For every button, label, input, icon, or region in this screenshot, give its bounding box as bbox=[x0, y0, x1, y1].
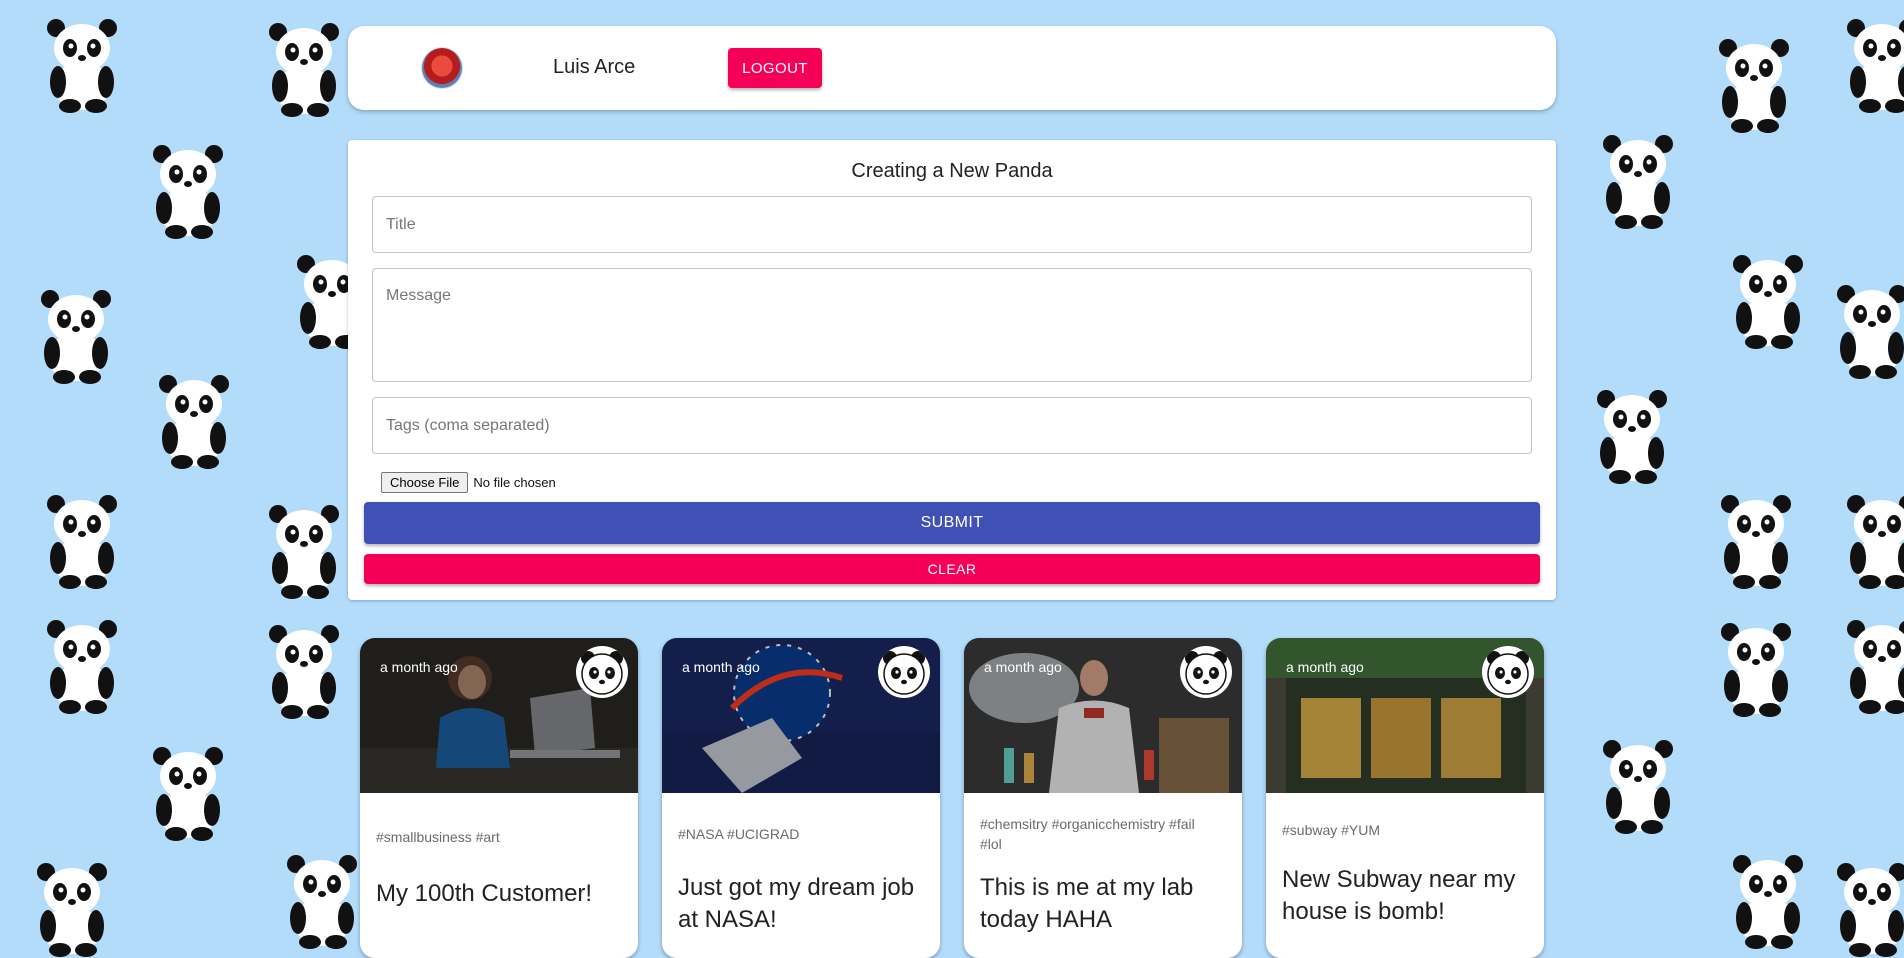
post-card[interactable]: a month ago #chemsitry #organicchemistry… bbox=[964, 638, 1242, 958]
create-panda-form: Creating a New Panda Choose File No file… bbox=[348, 140, 1556, 600]
panda-decoration-icon bbox=[1712, 34, 1796, 134]
avatar[interactable] bbox=[422, 48, 462, 88]
message-input[interactable] bbox=[372, 268, 1532, 382]
title-input[interactable] bbox=[372, 196, 1532, 253]
panda-decoration-icon bbox=[1726, 250, 1810, 350]
post-tags: #chemsitry #organicchemistry #fail #lol bbox=[980, 816, 1195, 852]
post-tags: #subway #YUM bbox=[1282, 822, 1381, 838]
panda-icon bbox=[1482, 646, 1534, 698]
post-time: a month ago bbox=[1286, 659, 1364, 675]
tags-input[interactable] bbox=[372, 397, 1532, 454]
post-tags: #smallbusiness #art bbox=[376, 829, 500, 845]
form-heading: Creating a New Panda bbox=[851, 160, 1053, 182]
post-title: My 100th Customer! bbox=[376, 880, 593, 907]
post-title: New Subway near my house is bomb! bbox=[1282, 866, 1516, 925]
panda-decoration-icon bbox=[40, 615, 124, 715]
panda-decoration-icon bbox=[1596, 130, 1680, 230]
panda-decoration-icon bbox=[262, 500, 346, 600]
post-title: Just got my dream job at NASA! bbox=[678, 874, 915, 933]
panda-decoration-icon bbox=[1840, 615, 1904, 715]
post-time: a month ago bbox=[682, 659, 760, 675]
panda-decoration-icon bbox=[40, 14, 124, 114]
post-tags: #NASA #UCIGRAD bbox=[678, 826, 800, 842]
panda-decoration-icon bbox=[152, 370, 236, 470]
panda-decoration-icon bbox=[1714, 618, 1798, 718]
file-picker: Choose File No file chosen bbox=[381, 472, 556, 493]
panda-decoration-icon bbox=[280, 850, 364, 950]
panda-decoration-icon bbox=[1590, 385, 1674, 485]
clear-button[interactable]: CLEAR bbox=[364, 554, 1540, 584]
panda-decoration-icon bbox=[262, 18, 346, 118]
panda-decoration-icon bbox=[1830, 858, 1904, 958]
panda-icon bbox=[878, 646, 930, 698]
panda-decoration-icon bbox=[1840, 490, 1904, 590]
post-time: a month ago bbox=[380, 659, 458, 675]
file-status: No file chosen bbox=[473, 475, 556, 490]
panda-decoration-icon bbox=[1726, 850, 1810, 950]
panda-decoration-icon bbox=[34, 285, 118, 385]
logout-button[interactable]: LOGOUT bbox=[728, 48, 822, 88]
panda-decoration-icon bbox=[262, 620, 346, 720]
panda-decoration-icon bbox=[1840, 14, 1904, 114]
choose-file-button[interactable]: Choose File bbox=[381, 472, 469, 493]
post-card[interactable]: a month ago #NASA #UCIGRAD Just got my d… bbox=[662, 638, 940, 958]
username: Luis Arce bbox=[553, 56, 636, 78]
panda-icon bbox=[576, 646, 628, 698]
post-time: a month ago bbox=[984, 659, 1062, 675]
post-card[interactable]: a month ago #subway #YUM New Subway near… bbox=[1266, 638, 1544, 958]
panda-decoration-icon bbox=[30, 858, 114, 958]
panda-decoration-icon bbox=[146, 140, 230, 240]
app-header: Luis Arce LOGOUT bbox=[348, 26, 1556, 110]
submit-button[interactable]: SUBMIT bbox=[364, 502, 1540, 544]
panda-decoration-icon bbox=[1714, 490, 1798, 590]
panda-decoration-icon bbox=[1596, 735, 1680, 835]
post-card[interactable]: a month ago #smallbusiness #art My 100th… bbox=[360, 638, 638, 958]
panda-icon bbox=[1180, 646, 1232, 698]
panda-decoration-icon bbox=[146, 742, 230, 842]
panda-decoration-icon bbox=[40, 490, 124, 590]
panda-decoration-icon bbox=[1830, 280, 1904, 380]
post-title: This is me at my lab today HAHA bbox=[980, 874, 1194, 933]
